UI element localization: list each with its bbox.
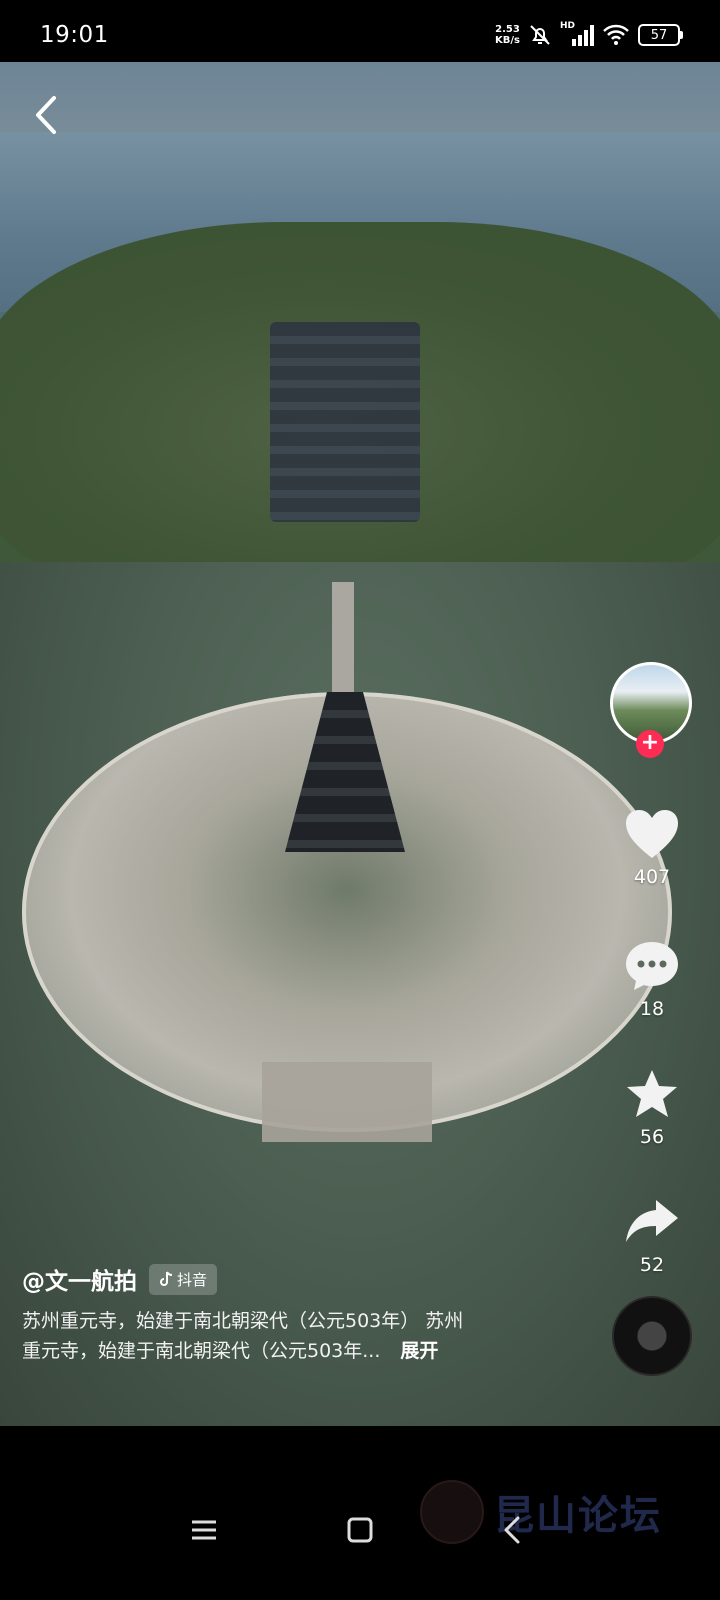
back-triangle-icon: [504, 1516, 520, 1544]
like-button[interactable]: 407: [614, 808, 690, 888]
network-speed: 2.53 KB/s: [495, 24, 520, 46]
comment-button[interactable]: 18: [614, 940, 690, 1020]
heart-icon: [626, 810, 678, 858]
home-button[interactable]: [340, 1510, 380, 1550]
star-icon: [627, 1070, 677, 1117]
description-line-1: 苏州重元寺，始建于南北朝梁代（公元503年） 苏州: [22, 1310, 464, 1332]
author-handle[interactable]: @文一航拍: [22, 1262, 137, 1296]
status-time: 19:01: [40, 22, 109, 48]
chevron-left-icon: [36, 96, 56, 134]
expand-button[interactable]: 展开: [400, 1340, 438, 1362]
recents-button[interactable]: [184, 1510, 224, 1550]
wifi-icon: [603, 24, 629, 45]
video-scene-temple-complex: [270, 322, 420, 522]
video-scene-pier: [262, 1062, 432, 1142]
share-count: 52: [639, 1254, 665, 1276]
network-speed-unit: KB/s: [495, 35, 520, 46]
comment-count: 18: [639, 998, 665, 1020]
system-nav-bar: [0, 1490, 720, 1570]
favorite-button[interactable]: 56: [614, 1068, 690, 1148]
home-square-icon: [347, 1517, 373, 1543]
source-tag-label: 抖音: [177, 1270, 208, 1289]
video-description[interactable]: 苏州重元寺，始建于南北朝梁代（公元503年） 苏州 重元寺，始建于南北朝梁代（公…: [22, 1306, 582, 1366]
system-back-button[interactable]: [494, 1510, 534, 1550]
mute-bell-icon: [530, 25, 550, 45]
author-name[interactable]: @文一航拍 抖音: [22, 1262, 218, 1296]
comment-icon: [626, 942, 678, 990]
source-tag: 抖音: [149, 1263, 218, 1295]
back-button[interactable]: [28, 92, 68, 138]
battery-icon: 57: [638, 24, 683, 46]
status-icons: 2.53 KB/s HD 57: [495, 21, 683, 48]
network-speed-value: 2.53: [495, 24, 520, 35]
battery-level: 57: [650, 27, 668, 43]
follow-button[interactable]: +: [636, 730, 664, 758]
like-count: 407: [633, 866, 671, 888]
description-line-2: 重元寺，始建于南北朝梁代（公元503年...: [22, 1340, 381, 1362]
douyin-note-icon: [160, 1271, 173, 1286]
video-player[interactable]: [0, 62, 720, 1426]
status-bar: 19:01 2.53 KB/s HD 57: [0, 0, 720, 62]
menu-icon: [192, 1520, 216, 1540]
music-disc-icon[interactable]: [612, 1296, 692, 1376]
favorite-count: 56: [639, 1126, 665, 1148]
share-button[interactable]: 52: [614, 1196, 690, 1276]
signal-icon: HD: [560, 21, 594, 47]
share-arrow-icon: [626, 1200, 678, 1242]
